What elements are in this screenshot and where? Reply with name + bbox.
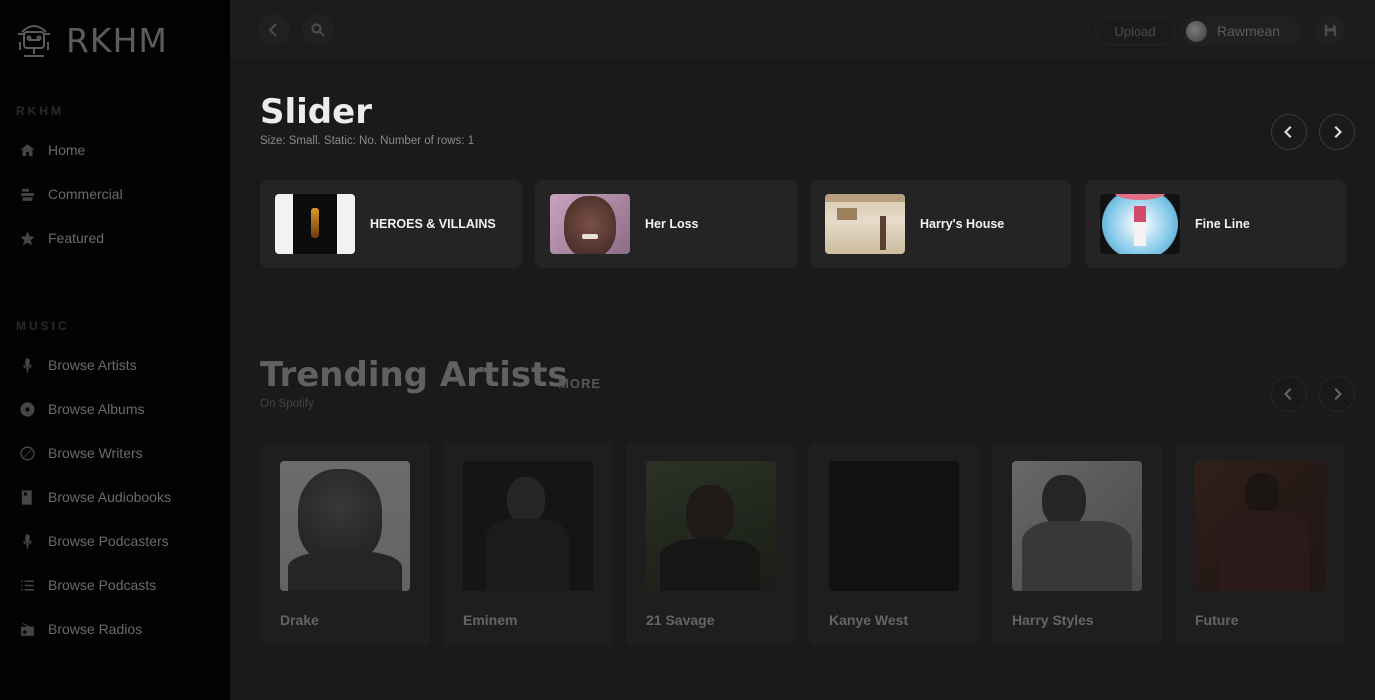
slider-item-title: HEROES & VILLAINS [370, 217, 496, 231]
artist-photo [829, 461, 959, 591]
sidebar-item-commercial[interactable]: Commercial [18, 182, 123, 206]
sidebar-item-browse-podcasts[interactable]: Browse Podcasts [18, 573, 156, 597]
section-title-rkhm: RKHM [16, 104, 64, 118]
sidebar-item-browse-audiobooks[interactable]: Browse Audiobooks [18, 485, 171, 509]
artist-photo [1012, 461, 1142, 591]
sidebar-item-label: Browse Podcasters [48, 533, 169, 549]
chevron-right-icon [1334, 388, 1342, 400]
slider-item-title: Fine Line [1195, 217, 1250, 231]
chevron-left-icon [1284, 388, 1292, 400]
artist-name: Eminem [463, 612, 518, 628]
slider-prev-button[interactable] [1271, 114, 1307, 150]
slider-item-title: Harry's House [920, 217, 1005, 231]
sidebar-item-label: Browse Radios [48, 621, 143, 637]
sidebar-item-browse-radios[interactable]: Browse Radios [18, 617, 142, 641]
artist-name: Future [1195, 612, 1239, 628]
artist-photo [1195, 461, 1325, 591]
logo-icon [18, 25, 50, 57]
artist-card-drake[interactable]: Drake [260, 442, 430, 646]
trending-subtitle: On Spotify [260, 398, 314, 410]
slider-item-her-loss[interactable]: Her Loss [535, 180, 797, 268]
compass-icon [18, 444, 36, 462]
user-menu[interactable]: Rawmean [1182, 16, 1302, 46]
album-cover [825, 194, 905, 254]
album-cover [550, 194, 630, 254]
artist-photo [280, 461, 410, 591]
trending-title: Trending Artists [260, 355, 568, 395]
slider-item-fine-line[interactable]: Fine Line [1085, 180, 1346, 268]
artist-card-eminem[interactable]: Eminem [443, 442, 613, 646]
search-icon [311, 23, 325, 37]
trending-next-button[interactable] [1319, 376, 1355, 412]
back-button[interactable] [258, 14, 290, 46]
upload-button[interactable]: Upload [1095, 17, 1175, 45]
album-cover [275, 194, 355, 254]
artist-card-kanye-west[interactable]: Kanye West [809, 442, 979, 646]
search-button[interactable] [302, 14, 334, 46]
sidebar-item-featured[interactable]: Featured [18, 226, 104, 250]
radio-icon [18, 620, 36, 638]
album-cover [1100, 194, 1180, 254]
sidebar-item-label: Browse Podcasts [48, 577, 157, 593]
sidebar-item-label: Featured [48, 230, 105, 246]
artist-photo [463, 461, 593, 591]
microphone-icon [18, 532, 36, 550]
artist-name: Kanye West [829, 612, 909, 628]
slider-item-title: Her Loss [645, 217, 699, 231]
slider-next-button[interactable] [1319, 114, 1355, 150]
sidebar-item-label: Browse Artists [48, 357, 137, 373]
slider-subtitle: Size: Small. Static: No. Number of rows:… [260, 135, 475, 147]
sidebar-item-label: Commercial [48, 186, 123, 202]
artist-name: Harry Styles [1012, 612, 1094, 628]
save-button[interactable] [1315, 15, 1345, 45]
sidebar-item-browse-albums[interactable]: Browse Albums [18, 397, 144, 421]
microphone-icon [18, 356, 36, 374]
star-icon [18, 229, 36, 247]
top-bar: Upload Rawmean [230, 0, 1375, 62]
sidebar-item-label: Browse Audiobooks [48, 489, 171, 505]
chevron-left-icon [268, 23, 277, 37]
slider-item-heroes-villains[interactable]: HEROES & VILLAINS [260, 180, 522, 268]
sidebar-item-label: Browse Writers [48, 445, 143, 461]
artist-card-future[interactable]: Future [1175, 442, 1345, 646]
artist-name: 21 Savage [646, 612, 715, 628]
slider-item-harrys-house[interactable]: Harry's House [810, 180, 1071, 268]
audiobook-icon [18, 488, 36, 506]
sidebar-item-browse-artists[interactable]: Browse Artists [18, 353, 137, 377]
artist-name: Drake [280, 612, 319, 628]
commercial-icon [18, 185, 36, 203]
artist-photo [646, 461, 776, 591]
artist-card-harry-styles[interactable]: Harry Styles [992, 442, 1162, 646]
sidebar-item-browse-podcasters[interactable]: Browse Podcasters [18, 529, 169, 553]
app-name: RKHM [66, 20, 168, 60]
sidebar-item-home[interactable]: Home [18, 138, 85, 162]
sidebar-item-label: Home [48, 142, 86, 158]
trending-prev-button[interactable] [1271, 376, 1307, 412]
floppy-disk-icon [1324, 24, 1336, 36]
app-logo[interactable]: RKHM [12, 16, 168, 64]
chevron-right-icon [1334, 126, 1342, 138]
sidebar-item-browse-writers[interactable]: Browse Writers [18, 441, 143, 465]
sidebar: RKHM RKHM Home Commercial Featured MUSIC… [0, 0, 230, 700]
section-title-music: MUSIC [16, 319, 70, 333]
home-icon [18, 141, 36, 159]
user-name: Rawmean [1217, 23, 1281, 39]
slider-title: Slider [260, 92, 372, 132]
avatar [1186, 20, 1207, 42]
list-icon [18, 576, 36, 594]
chevron-left-icon [1284, 126, 1292, 138]
sidebar-item-label: Browse Albums [48, 401, 145, 417]
disc-icon [18, 400, 36, 418]
more-link[interactable]: MORE [558, 376, 601, 391]
artist-card-21-savage[interactable]: 21 Savage [626, 442, 796, 646]
